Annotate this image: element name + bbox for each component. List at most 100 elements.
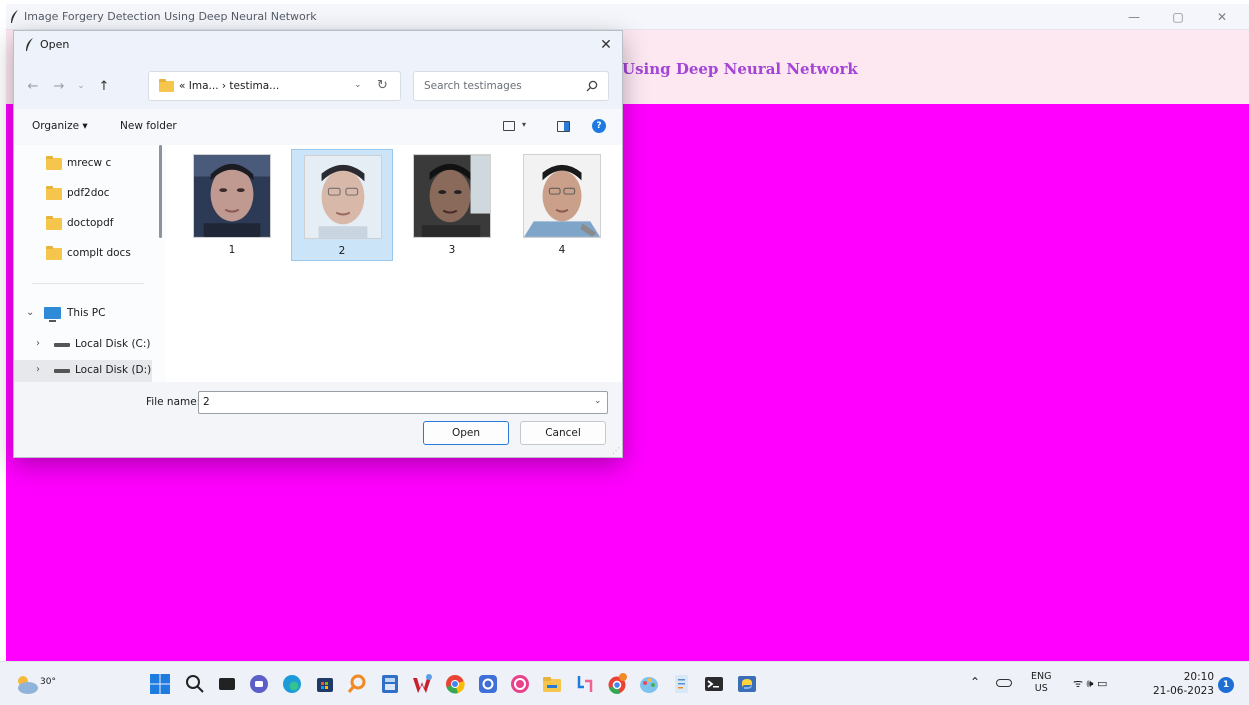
search-input[interactable]: Search testimages [413,71,609,101]
image-thumbnail [193,154,271,238]
sidebar-item-label: This PC [67,307,106,319]
file-item[interactable]: 3 [401,149,503,261]
edge-icon[interactable] [281,673,303,695]
navigation-bar: ← → ⌄ ↑ « Ima... › testima... ⌄ ↻ Search… [14,59,622,109]
notepad-icon[interactable] [670,673,692,695]
folder-icon [159,79,174,92]
forward-button[interactable]: → [48,75,70,97]
dialog-close-button[interactable]: ✕ [592,33,620,57]
file-label: 3 [448,244,456,256]
expand-arrow-icon[interactable]: ⌄ [26,307,34,318]
app-heading: Using Deep Neural Network [622,60,858,78]
terminal-icon[interactable] [703,673,725,695]
file-label: 1 [228,244,236,256]
open-button[interactable]: Open [423,421,509,445]
collapse-arrow-icon[interactable]: › [36,338,40,349]
feather-icon [11,10,18,23]
keyboard-region: US [1034,683,1048,694]
paint-icon[interactable] [638,673,660,695]
sidebar-item-folder[interactable]: mrecw c [14,153,152,175]
store-icon[interactable] [314,673,336,695]
notification-badge[interactable]: 1 [1218,677,1234,693]
language-indicator[interactable]: ENG US [1031,671,1051,695]
windows-start-icon[interactable] [149,673,171,695]
clock-date: 21-06-2023 [1152,685,1214,697]
file-view: 1 2 3 4 [166,145,622,382]
chrome-icon[interactable] [444,673,466,695]
close-button[interactable]: ✕ [1200,4,1244,30]
show-hidden-icons-button[interactable]: ⌃ [970,675,980,689]
image-thumbnail [304,155,382,239]
minimize-button[interactable]: — [1112,4,1156,30]
address-dropdown-icon[interactable]: ⌄ [354,80,362,90]
search-icon[interactable] [184,673,206,695]
view-dropdown-icon[interactable]: ▾ [522,120,526,129]
python-idle-icon[interactable] [736,673,758,695]
sidebar-item-folder[interactable]: complt docs [14,243,152,265]
navigation-pane: mrecw c pdf2doc doctopdf complt docs ⌄ T… [14,145,166,382]
collapse-arrow-icon[interactable]: › [36,364,40,375]
file-item[interactable]: 2 [291,149,393,261]
computer-icon [44,307,61,322]
address-path[interactable]: « Ima... › testima... [179,80,279,92]
sidebar-item-label: doctopdf [67,217,114,229]
search-app-icon[interactable] [346,673,368,695]
app-title: Image Forgery Detection Using Deep Neura… [24,10,317,23]
app-titlebar: Image Forgery Detection Using Deep Neura… [6,4,1249,30]
file-explorer-icon[interactable] [541,673,563,695]
calculator-icon[interactable] [379,673,401,695]
resize-grip-icon[interactable]: ⋰ [612,446,620,455]
language-code: ENG [1031,671,1052,682]
sidebar-item-label: Local Disk (D:) [75,364,152,376]
file-label: 2 [338,245,346,257]
file-name-label: File name: [146,396,201,408]
chat-icon[interactable] [248,673,270,695]
view-icon[interactable] [503,121,515,131]
chrome-profile-icon[interactable] [606,673,628,695]
new-folder-button[interactable]: New folder [120,120,177,132]
pink-app-icon[interactable] [509,673,531,695]
dialog-toolbar: Organize ▾ New folder ▾ ? [14,109,622,145]
maximize-button[interactable]: ▢ [1156,4,1200,30]
clock[interactable]: 20:10 21-06-2023 [1142,670,1214,698]
organize-menu[interactable]: Organize ▾ [32,120,88,132]
file-label: 4 [558,244,566,256]
file-item[interactable]: 4 [511,149,613,261]
help-icon[interactable]: ? [592,119,606,133]
onedrive-icon[interactable] [996,679,1012,687]
recent-locations-button[interactable]: ⌄ [70,75,92,97]
task-view-icon[interactable] [216,673,238,695]
folder-icon [46,186,62,200]
address-bar[interactable]: « Ima... › testima... ⌄ ↻ [148,71,401,101]
sidebar-item-folder[interactable]: doctopdf [14,213,152,235]
dialog-footer: File name: 2 ⌄ Open Cancel ⋰ [14,382,622,457]
cancel-button[interactable]: Cancel [520,421,606,445]
feather-icon [26,38,33,51]
wps-office-icon[interactable] [411,673,433,695]
image-thumbnail [413,154,491,238]
refresh-icon[interactable]: ↻ [377,78,388,93]
clock-time: 20:10 [1183,671,1214,683]
snipping-tool-icon[interactable] [574,673,596,695]
sidebar-item-folder[interactable]: pdf2doc [14,183,152,205]
file-item[interactable]: 1 [181,149,283,261]
dialog-titlebar: Open ✕ [14,31,622,59]
back-button[interactable]: ← [22,75,44,97]
folder-icon [46,156,62,170]
navigation-scrollbar[interactable] [159,145,162,238]
image-thumbnail [523,154,601,238]
chevron-down-icon[interactable]: ⌄ [594,396,602,406]
file-name-field[interactable]: 2 [198,391,608,414]
blue-app-icon[interactable] [477,673,499,695]
sidebar-item-local-disk-c[interactable]: › Local Disk (C:) [14,334,152,356]
weather-widget[interactable]: 30° [14,671,56,697]
system-tray-icons[interactable]: ᯤ 🕪 ▭ [1073,676,1107,691]
search-placeholder: Search testimages [424,80,522,92]
preview-pane-icon[interactable] [557,121,570,132]
sidebar-item-this-pc[interactable]: ⌄ This PC [14,303,152,325]
taskbar: 30° ⌃ ENG US ᯤ 🕪 ▭ 20:10 21-06-2023 1 [0,661,1249,705]
sidebar-item-local-disk-d[interactable]: › Local Disk (D:) [14,360,152,382]
search-icon [586,80,598,92]
up-button[interactable]: ↑ [93,75,115,97]
sidebar-item-label: pdf2doc [67,187,110,199]
